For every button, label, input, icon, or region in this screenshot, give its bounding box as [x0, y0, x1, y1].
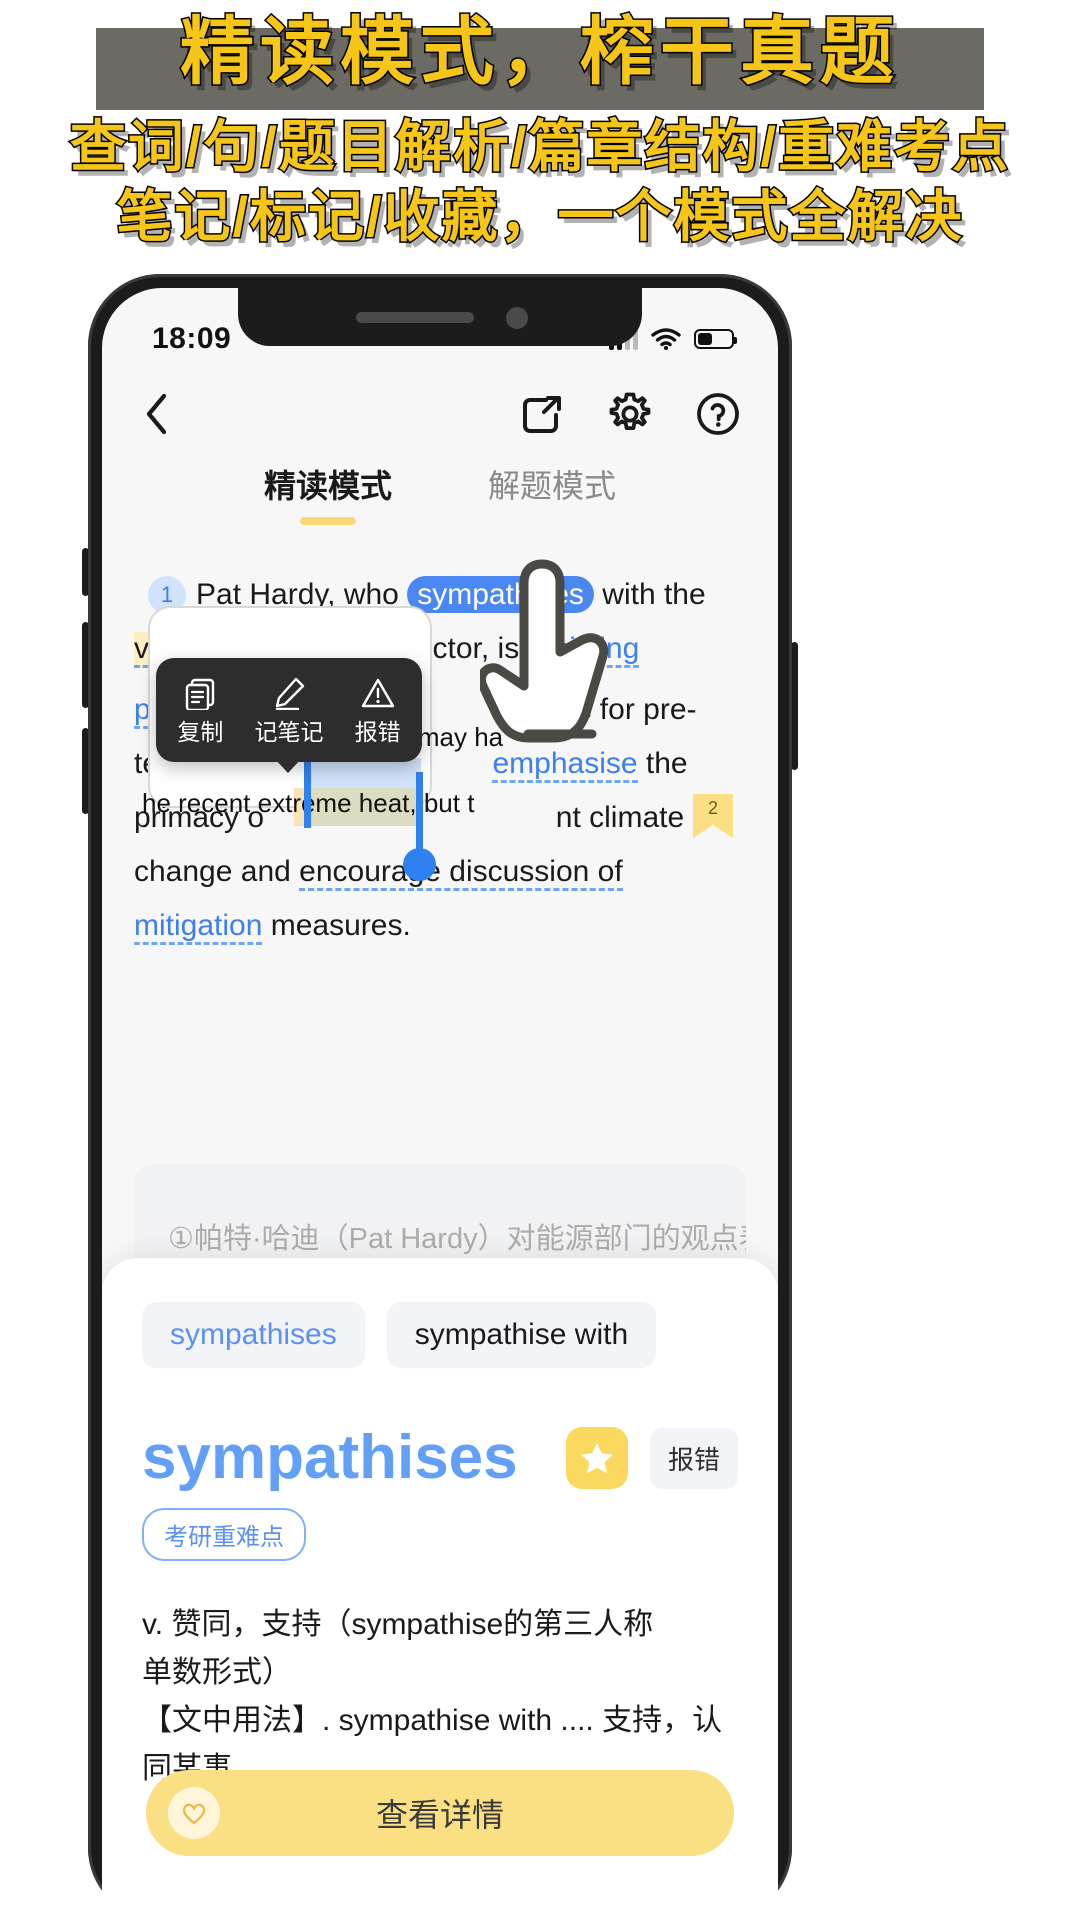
front-camera [506, 307, 528, 329]
settings-button[interactable] [604, 388, 656, 440]
context-menu-label: 记笔记 [254, 719, 324, 745]
context-menu-label: 报错 [354, 719, 401, 745]
bookmark-flag-icon[interactable]: 2 [690, 792, 736, 840]
share-export-icon [523, 396, 561, 433]
heart-badge-icon [182, 1803, 206, 1825]
hand-pointer-icon [480, 559, 609, 743]
promo-title: 精读模式，榨干真题 [179, 9, 900, 95]
context-menu-bar: 复制 记笔记 报错 [156, 658, 422, 762]
chip-sympathises[interactable]: sympathises [142, 1302, 365, 1368]
definition-line: 【文中用法】. sympathise with .... 支持，认 [142, 1704, 723, 1737]
tab-label: 精读模式 [263, 468, 392, 504]
selection-handle-end[interactable] [403, 772, 436, 881]
star-icon [580, 1443, 613, 1474]
text-run: encourage discussion of [299, 855, 623, 891]
gear-icon [609, 392, 651, 430]
phone-mockup: 18:09 精读模式 解题模式 1 Pat Hardy, who sympath… [0, 262, 1080, 1920]
context-menu-pointer [274, 758, 302, 773]
phone-notch [238, 288, 642, 346]
context-menu-item-report[interactable]: 报错 [336, 676, 420, 746]
exam-difficulty-tag: 考研重难点 [142, 1508, 306, 1561]
selection-highlight-upper [309, 758, 421, 788]
keyword-mitigation[interactable]: mitigation [134, 909, 263, 945]
text-context-menu: 复制 记笔记 报错 [156, 658, 422, 773]
promo-header: 精读模式，榨干真题 查词/句/题目解析/篇章结构/重难考点 笔记/标记/收藏，一… [0, 0, 1080, 262]
back-button[interactable] [130, 388, 182, 440]
context-menu-item-copy[interactable]: 复制 [158, 676, 242, 746]
warning-triangle-icon [361, 678, 394, 708]
toolbar-actions [516, 388, 744, 440]
battery-icon [694, 329, 737, 349]
chevron-left-icon [146, 393, 167, 435]
help-button[interactable] [692, 388, 744, 440]
tab-intensive-reading[interactable]: 精读模式 [264, 464, 392, 525]
share-button[interactable] [516, 388, 568, 440]
headword-row: sympathises 报错 [142, 1422, 738, 1494]
context-menu-item-note[interactable]: 记笔记 [247, 676, 331, 746]
phone-power-button [791, 642, 798, 770]
headword-actions: 报错 [565, 1427, 738, 1489]
earpiece-speaker [356, 312, 474, 323]
status-clock: 18:09 [152, 322, 232, 355]
copy-icon [186, 678, 215, 710]
cta-label: 查看详情 [375, 1797, 504, 1833]
text-run: measures. [262, 909, 411, 942]
question-circle-icon [697, 393, 739, 435]
mode-tabs: 精读模式 解题模式 [102, 464, 778, 548]
context-menu-label: 复制 [177, 719, 224, 745]
flag-number: 2 [708, 798, 718, 818]
promo-subtitle-1: 查词/句/题目解析/篇章结构/重难考点 [68, 114, 1011, 180]
tab-active-indicator [299, 517, 356, 525]
wifi-icon [651, 328, 681, 350]
tab-problem-solving[interactable]: 解题模式 [488, 464, 616, 525]
favorite-button[interactable] [565, 1427, 628, 1489]
definition-block: v. 赞同，支持（sympathise的第三人称 单数形式） 【文中用法】. s… [142, 1601, 738, 1793]
phone-body: 18:09 精读模式 解题模式 1 Pat Hardy, who sympath… [88, 274, 792, 1920]
tab-active-indicator [524, 517, 580, 525]
tab-label: 解题模式 [488, 468, 617, 504]
cta-badge [168, 1787, 220, 1839]
view-details-button[interactable]: 查看详情 [146, 1770, 734, 1856]
chip-sympathise-with[interactable]: sympathise with [386, 1302, 657, 1368]
definition-line: v. 赞同，支持（sympathise的第三人称 [142, 1608, 654, 1641]
word-form-chips: sympathises sympathise with [142, 1302, 738, 1368]
app-toolbar [102, 372, 778, 456]
report-error-button[interactable]: 报错 [649, 1427, 738, 1489]
promo-subtitle-2: 笔记/标记/收藏，一个模式全解决 [115, 184, 964, 250]
phone-screen: 18:09 精读模式 解题模式 1 Pat Hardy, who sympath… [102, 288, 778, 1920]
definition-line: 单数形式） [142, 1656, 292, 1689]
dictionary-sheet: sympathises sympathise with sympathises … [102, 1258, 778, 1920]
headword: sympathises [142, 1423, 518, 1492]
pencil-note-icon [275, 677, 305, 710]
